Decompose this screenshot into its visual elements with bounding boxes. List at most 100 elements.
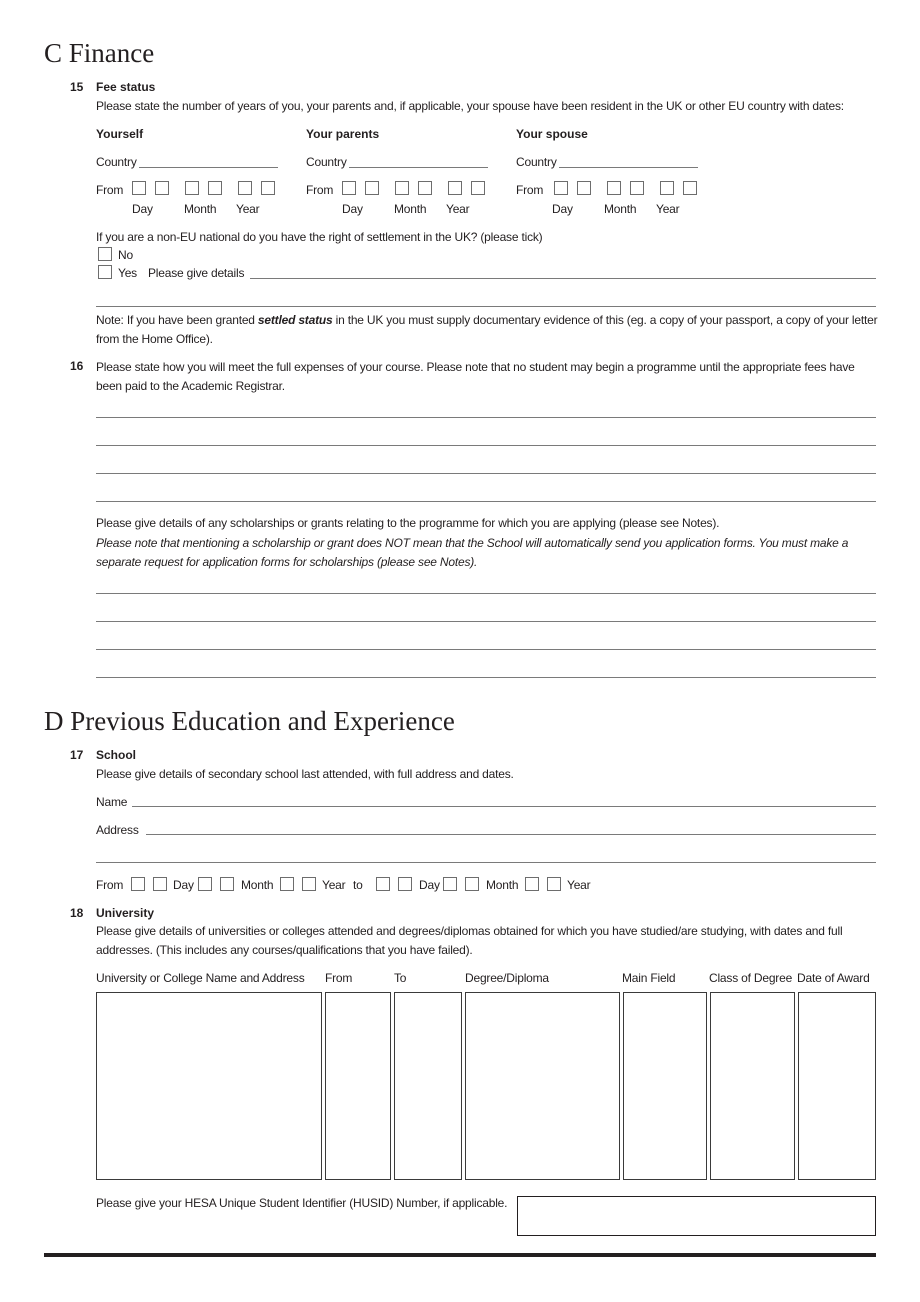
school-from-day-label: Day [173,878,194,892]
expenses-field-line-1[interactable] [96,417,876,418]
parents-year-digit-1[interactable] [448,181,462,195]
section-d-title: D Previous Education and Experience [44,706,455,736]
spouse-month-digit-1[interactable] [607,181,621,195]
husid-label: Please give your HESA Unique Student Ide… [96,1196,508,1210]
spouse-year-digit-1[interactable] [660,181,674,195]
parents-year-label: Year [446,202,470,216]
col-header-class: Class of Degree [709,971,793,985]
husid-field[interactable] [517,1196,876,1236]
expenses-field-line-3[interactable] [96,473,876,474]
parents-month-label: Month [394,202,427,216]
class-of-degree-field[interactable] [710,992,795,1180]
yourself-day-digit-1[interactable] [132,181,146,195]
school-address-label: Address [96,823,139,837]
yourself-year-digit-2[interactable] [261,181,275,195]
yourself-country-field[interactable] [139,167,278,168]
section-c-title: C Finance [44,38,155,68]
expenses-field-line-2[interactable] [96,445,876,446]
scholarship-text: Please give details of any scholarships … [96,516,720,530]
parents-country-field[interactable] [349,167,488,168]
spouse-month-label: Month [604,202,637,216]
yourself-year-digit-1[interactable] [238,181,252,195]
parents-year-digit-2[interactable] [471,181,485,195]
from-field[interactable] [325,992,391,1180]
spouse-country-field[interactable] [559,167,698,168]
school-to-year-2[interactable] [547,877,561,891]
spouse-heading: Your spouse [516,127,588,141]
scholarship-field-line-4[interactable] [96,677,876,678]
institution-field[interactable] [96,992,322,1180]
settlement-yes-checkbox[interactable] [98,265,112,279]
school-from-year-1[interactable] [280,877,294,891]
school-to-label: to [353,878,363,892]
spouse-day-label: Day [552,202,573,216]
q15-number: 15 [70,80,84,94]
yourself-from-label: From [96,183,124,197]
yourself-month-label: Month [184,202,217,216]
col-header-date-award: Date of Award [797,971,870,985]
school-to-day-1[interactable] [376,877,390,891]
parents-month-digit-2[interactable] [418,181,432,195]
q16-text: Please state how you will meet the full … [96,360,855,393]
school-to-day-2[interactable] [398,877,412,891]
school-from-month-1[interactable] [198,877,212,891]
spouse-day-digit-1[interactable] [554,181,568,195]
yourself-day-label: Day [132,202,153,216]
note-prefix: Note: If you have been granted [96,313,258,327]
school-from-month-label: Month [241,878,274,892]
yourself-country-label: Country [96,155,137,169]
school-from-label: From [96,878,124,892]
q16-number: 16 [70,359,84,373]
parents-day-digit-2[interactable] [365,181,379,195]
q17-title: School [96,748,137,762]
school-from-day-1[interactable] [131,877,145,891]
col-header-institution: University or College Name and Address [96,971,305,985]
yourself-year-label: Year [236,202,260,216]
yourself-month-digit-2[interactable] [208,181,222,195]
date-of-award-field[interactable] [798,992,876,1180]
settlement-no-checkbox[interactable] [98,247,112,261]
parents-day-digit-1[interactable] [342,181,356,195]
to-field[interactable] [394,992,462,1180]
col-header-main-field: Main Field [622,971,676,985]
spouse-month-digit-2[interactable] [630,181,644,195]
school-address-field-line-2[interactable] [96,862,876,863]
spouse-day-digit-2[interactable] [577,181,591,195]
spouse-year-label: Year [656,202,680,216]
parents-day-label: Day [342,202,363,216]
school-from-day-2[interactable] [153,877,167,891]
scholarship-field-line-3[interactable] [96,649,876,650]
school-address-field[interactable] [146,834,876,835]
parents-heading: Your parents [306,127,380,141]
note-bold: settled status [257,313,333,327]
school-to-month-1[interactable] [443,877,457,891]
yourself-day-digit-2[interactable] [155,181,169,195]
school-to-year-1[interactable] [525,877,539,891]
q15-title: Fee status [96,80,156,94]
settlement-details-field[interactable] [250,278,876,279]
scholarship-field-line-1[interactable] [96,593,876,594]
settled-status-note: Note: If you have been granted settled s… [96,311,886,349]
footer-rule [44,1253,876,1257]
school-name-label: Name [96,795,128,809]
school-to-month-2[interactable] [465,877,479,891]
degree-field[interactable] [465,992,620,1180]
school-name-field[interactable] [132,806,876,807]
parents-from-label: From [306,183,334,197]
parents-month-digit-1[interactable] [395,181,409,195]
settlement-details-field-line-2[interactable] [96,306,876,307]
school-from-year-2[interactable] [302,877,316,891]
q17-number: 17 [70,748,84,762]
main-field-field[interactable] [623,992,707,1180]
school-from-month-2[interactable] [220,877,234,891]
spouse-year-digit-2[interactable] [683,181,697,195]
yourself-month-digit-1[interactable] [185,181,199,195]
parents-country-label: Country [306,155,347,169]
school-from-year-label: Year [322,878,346,892]
settlement-yes-label: Yes [118,266,137,280]
settlement-details-label: Please give details [148,266,245,280]
settlement-question: If you are a non-EU national do you have… [96,230,543,244]
scholarship-field-line-2[interactable] [96,621,876,622]
spouse-from-label: From [516,183,544,197]
expenses-field-line-4[interactable] [96,501,876,502]
